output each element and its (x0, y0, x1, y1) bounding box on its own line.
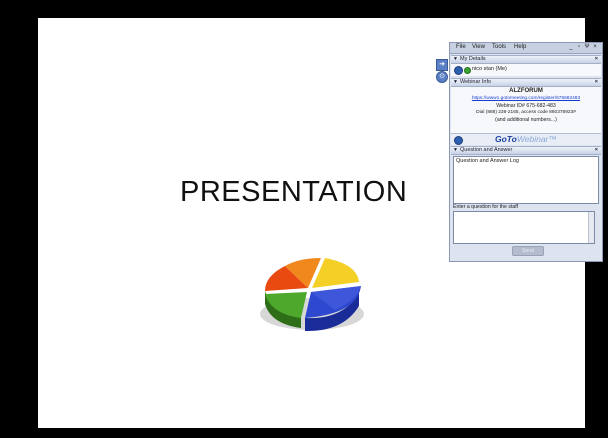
webinar-info-body: ALZFORUM https://www1.gotomeeting.com/re… (451, 87, 601, 135)
collapse-triangle-icon[interactable]: ▼ (453, 79, 458, 86)
menu-tools[interactable]: Tools (492, 44, 506, 50)
minimize-button[interactable]: _ (568, 44, 574, 50)
webinar-info-header[interactable]: ▼ Webinar Info × (451, 78, 601, 87)
webinar-name: ALZFORUM (509, 88, 543, 94)
menu-view[interactable]: View (472, 44, 485, 50)
gotowebinar-tab-icon[interactable]: ⊙ (436, 71, 448, 83)
my-details-body: nico stan (Me) (451, 64, 601, 76)
restore-button[interactable]: ▫ (576, 44, 582, 50)
send-button[interactable]: Send (512, 246, 544, 256)
gotowebinar-logo: GoToWebinar™ (495, 134, 557, 144)
user-avatar-icon (454, 66, 463, 75)
collapse-triangle-icon[interactable]: ▼ (453, 56, 458, 63)
additional-numbers[interactable]: (and additional numbers...) (451, 117, 601, 123)
webinar-id: Webinar ID# 675-682-483 (496, 103, 556, 109)
status-dot-icon (464, 67, 471, 74)
question-input[interactable] (453, 211, 595, 244)
arrow-icon[interactable]: ➔ (436, 59, 448, 71)
pin-button[interactable]: Ψ (584, 44, 590, 50)
webinar-link[interactable]: https://www1.gotomeeting.com/register/67… (451, 96, 601, 101)
close-pane-icon[interactable]: × (595, 79, 598, 86)
qa-log[interactable]: Question and Answer Log (453, 156, 599, 204)
close-pane-icon[interactable]: × (595, 56, 598, 63)
attendee-name: nico stan (Me) (472, 66, 507, 72)
menu-file[interactable]: File (456, 44, 466, 50)
dial-in-info: Dial (888) 236-2165, access code 8603789… (476, 110, 576, 115)
question-input-scrollbar[interactable] (588, 212, 594, 243)
question-prompt-label: Enter a question for the staff (453, 204, 519, 210)
menu-bar: File View Tools Help _ ▫ Ψ × (450, 43, 602, 54)
menu-help[interactable]: Help (514, 44, 526, 50)
qa-header[interactable]: ▼ Question and Answer × (451, 146, 601, 155)
slide-title: PRESENTATION (180, 176, 408, 208)
pie-chart-graphic (260, 258, 364, 332)
close-window-button[interactable]: × (592, 44, 598, 50)
collapse-triangle-icon[interactable]: ▼ (453, 147, 458, 154)
my-details-header[interactable]: ▼ My Details × (451, 55, 601, 64)
gotowebinar-panel: File View Tools Help _ ▫ Ψ × ▼ My Detail… (449, 42, 603, 262)
close-pane-icon[interactable]: × (595, 147, 598, 154)
gotowebinar-brand-bar: GoToWebinar™ (451, 133, 601, 145)
gotowebinar-icon (454, 136, 463, 145)
